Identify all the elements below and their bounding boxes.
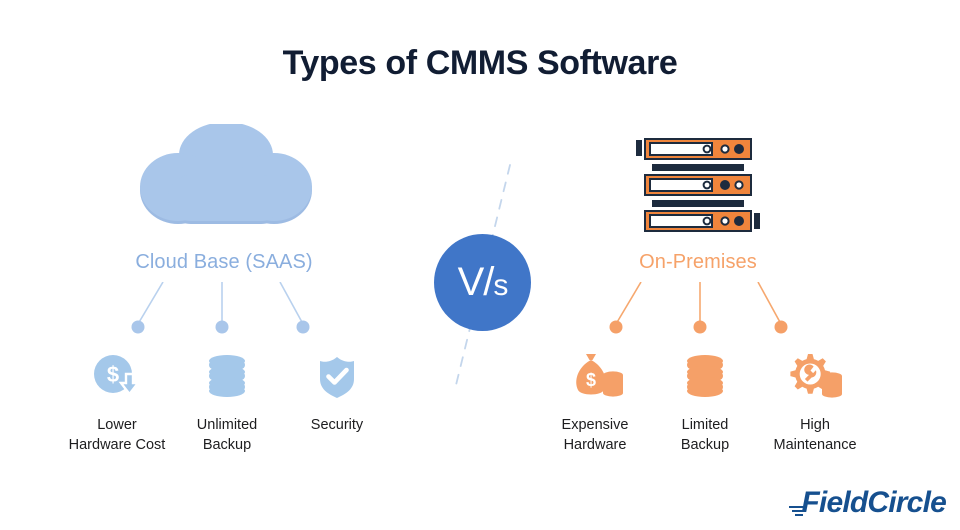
fieldcircle-logo[interactable]: FieldCircle — [787, 486, 947, 519]
server-rack-icon — [636, 136, 762, 241]
page-title: Types of CMMS Software — [282, 44, 678, 82]
cloud-section-heading: Cloud Base (SAAS) — [135, 251, 313, 273]
money-bag-coins-icon: $ — [567, 352, 623, 400]
svg-text:$: $ — [586, 370, 596, 390]
svg-text:$: $ — [107, 362, 119, 387]
cloud-feature-list: $ Lower Hardware Cost Unlimited Backup S… — [62, 352, 394, 455]
feature-label: Security — [310, 417, 364, 433]
feature-limited-backup[interactable]: Limited Backup — [650, 352, 760, 455]
feature-label: Expensive Hardware — [561, 417, 629, 453]
database-stack-icon — [206, 352, 248, 400]
feature-security[interactable]: Security — [282, 352, 392, 455]
feature-label: Unlimited Backup — [196, 417, 258, 453]
shield-check-icon — [316, 352, 358, 400]
onpremises-feature-list: $ Expensive Hardware Limited Backup High… — [540, 352, 872, 455]
infographic-canvas: Types of CMMS Software Cloud Base (SAAS) — [0, 0, 960, 530]
database-stack-icon — [684, 352, 726, 400]
onpremises-connector-lines — [578, 281, 818, 345]
feature-label: High Maintenance — [773, 417, 857, 453]
cloud-connector-lines — [100, 281, 340, 345]
dollar-down-arrow-icon: $ — [92, 352, 142, 400]
vs-badge-icon: V/s — [434, 234, 531, 331]
feature-label: Limited Backup — [680, 417, 730, 453]
onpremises-section-heading: On-Premises — [639, 251, 757, 273]
feature-high-maintenance[interactable]: High Maintenance — [760, 352, 870, 455]
feature-unlimited-backup[interactable]: Unlimited Backup — [172, 352, 282, 455]
vs-label: V/s — [457, 259, 509, 304]
feature-label: Lower Hardware Cost — [68, 417, 166, 453]
versus-divider: V/s — [420, 160, 560, 390]
cloud-icon — [138, 122, 314, 241]
feature-lower-hardware-cost[interactable]: $ Lower Hardware Cost — [62, 352, 172, 455]
logo-text: FieldCircle — [801, 486, 946, 519]
gear-wrench-coins-icon — [786, 352, 844, 400]
